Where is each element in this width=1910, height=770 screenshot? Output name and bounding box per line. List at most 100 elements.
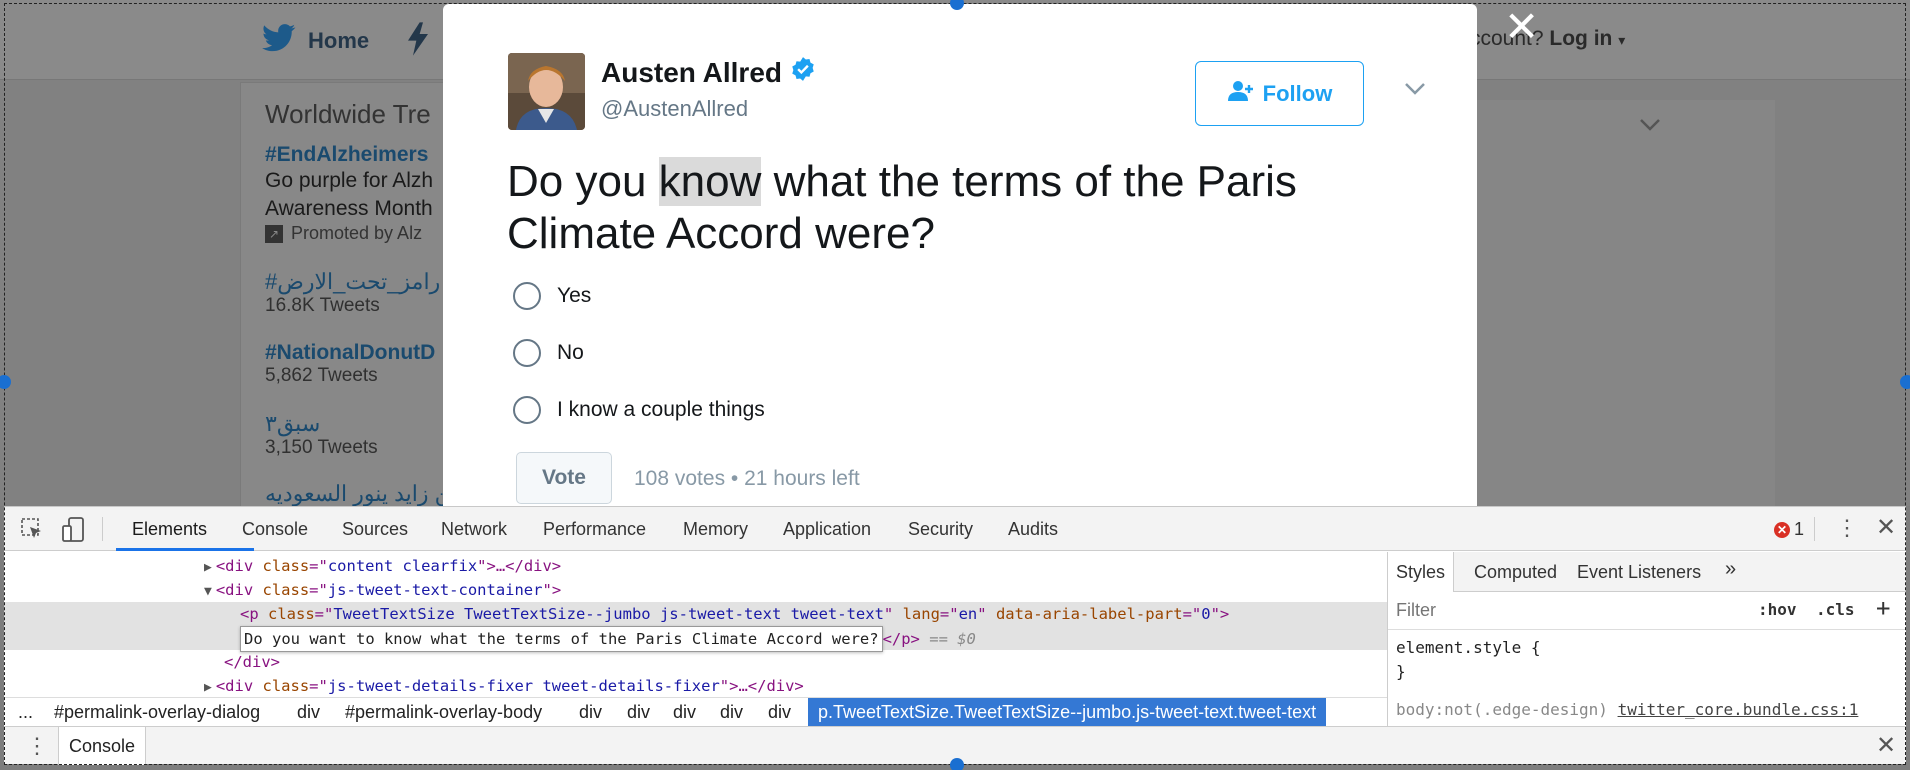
follow-label: Follow: [1262, 80, 1333, 106]
trend-count: 16.8K Tweets: [265, 295, 380, 316]
tab-audits[interactable]: Audits: [1008, 519, 1058, 540]
avatar[interactable]: [508, 53, 585, 130]
collapse-triangle-icon[interactable]: ▼: [204, 584, 212, 599]
breadcrumb-item[interactable]: #permalink-overlay-body: [345, 702, 542, 723]
error-counter[interactable]: ✕ 1: [1774, 519, 1804, 540]
error-icon: ✕: [1774, 521, 1790, 538]
hover-state-toggle[interactable]: :hov: [1758, 600, 1797, 619]
trend-item[interactable]: #NationalDonutD 5,862 Tweets: [265, 341, 435, 387]
promoted-text: Promoted by Alz: [291, 223, 423, 243]
tab-console[interactable]: Console: [242, 519, 308, 540]
device-toolbar-icon[interactable]: [62, 517, 86, 548]
resize-handle[interactable]: [1900, 375, 1910, 389]
class-toggle[interactable]: .cls: [1816, 600, 1855, 619]
devtools-tabbar: Elements Console Sources Network Perform…: [4, 507, 1906, 551]
trend-description: Go purple for Alzh: [265, 169, 434, 192]
tab-memory[interactable]: Memory: [683, 519, 748, 540]
follow-button[interactable]: Follow: [1195, 61, 1364, 126]
text-node-editor[interactable]: Do you want to know what the terms of th…: [240, 626, 883, 652]
trend-item[interactable]: #رامز_تحت_الارض 16.8K Tweets: [265, 269, 440, 317]
breadcrumb-item[interactable]: div: [720, 702, 743, 723]
dom-attr-name: class: [262, 557, 310, 575]
dom-node[interactable]: </div>: [224, 650, 280, 674]
toolbar-divider: [1814, 517, 1815, 541]
style-rule-close: }: [1396, 662, 1406, 681]
tab-event-listeners[interactable]: Event Listeners: [1577, 562, 1701, 583]
radio-button[interactable]: [513, 339, 541, 367]
dom-breadcrumb: ... #permalink-overlay-dialog div #perma…: [4, 697, 1387, 727]
poll-option-yes[interactable]: Yes: [513, 282, 591, 310]
tab-application[interactable]: Application: [783, 519, 871, 540]
drawer-tab-console[interactable]: Console: [58, 727, 147, 765]
poll-option-label: Yes: [557, 284, 592, 307]
vote-button[interactable]: Vote: [516, 452, 612, 504]
tab-elements[interactable]: Elements: [132, 519, 207, 540]
trend-name: سبق٣: [265, 411, 321, 436]
login-link[interactable]: Log in: [1549, 27, 1612, 50]
breadcrumb-item[interactable]: div: [768, 702, 791, 723]
toolbar-divider: [102, 517, 103, 541]
expand-triangle-icon[interactable]: ▶: [204, 560, 212, 575]
trend-count: 3,150 Tweets: [265, 437, 378, 458]
breadcrumb-item[interactable]: ...: [18, 702, 33, 723]
author-name[interactable]: Austen Allred: [601, 56, 816, 89]
trend-item[interactable]: سبق٣ 3,150 Tweets: [265, 411, 378, 459]
author-name-text: Austen Allred: [601, 56, 782, 88]
nav-account-area: ccount? Log in ▾: [1470, 27, 1625, 51]
trend-name: #رامز_تحت_الارض: [265, 269, 441, 294]
dom-node[interactable]: ▶ <div class="content clearfix">…</div>: [204, 554, 561, 578]
lightning-icon[interactable]: [408, 22, 428, 61]
dom-tag: ">: [1210, 605, 1230, 623]
trend-item[interactable]: #EndAlzheimers Go purple for Alzh Awaren…: [265, 143, 433, 244]
breadcrumb-item[interactable]: #permalink-overlay-dialog: [54, 702, 260, 723]
breadcrumb-item[interactable]: div: [579, 702, 602, 723]
expand-triangle-icon[interactable]: ▶: [204, 680, 212, 695]
styles-filter-input[interactable]: [1396, 600, 1696, 621]
tab-network[interactable]: Network: [441, 519, 507, 540]
dom-attr-value: TweetTextSize TweetTextSize--jumbo js-tw…: [333, 605, 884, 623]
poll-option-couple[interactable]: I know a couple things: [513, 396, 765, 424]
promoted-icon: ↗: [265, 224, 283, 243]
close-icon[interactable]: ✕: [1876, 513, 1896, 542]
close-icon[interactable]: ✕: [1504, 6, 1539, 48]
kebab-menu-icon[interactable]: ⋮: [26, 733, 48, 759]
kebab-menu-icon[interactable]: ⋮: [1836, 515, 1858, 541]
trend-name: #EndAlzheimers: [265, 143, 429, 166]
author-handle[interactable]: @AustenAllred: [601, 96, 748, 122]
trend-description: Awareness Month: [265, 197, 433, 220]
dom-node[interactable]: ▶ <div class="js-tweet-details-fixer twee…: [204, 674, 804, 697]
dom-punct: =": [309, 557, 328, 575]
styles-tabbar: Styles Computed Event Listeners »: [1388, 552, 1906, 592]
poll-option-no[interactable]: No: [513, 339, 584, 367]
breadcrumb-item[interactable]: div: [673, 702, 696, 723]
inspect-element-icon[interactable]: [20, 517, 44, 546]
tab-performance[interactable]: Performance: [543, 519, 646, 540]
chevron-down-icon[interactable]: [1639, 118, 1661, 137]
resize-handle[interactable]: [950, 758, 964, 770]
breadcrumb-item[interactable]: div: [627, 702, 650, 723]
dom-node[interactable]: ▼ <div class="js-tweet-text-container">: [204, 578, 561, 602]
style-rule-selector[interactable]: body:not(.edge-design): [1396, 700, 1608, 719]
breadcrumb-item-active[interactable]: p.TweetTextSize.TweetTextSize--jumbo.js-…: [808, 698, 1327, 727]
tab-sources[interactable]: Sources: [342, 519, 408, 540]
style-rule-selector[interactable]: element.style {: [1396, 638, 1541, 657]
breadcrumb-item[interactable]: div: [297, 702, 320, 723]
add-rule-icon[interactable]: +: [1876, 594, 1890, 622]
chevron-down-icon[interactable]: [1404, 82, 1426, 101]
trend-name: ين زايد ينور السعوديه: [265, 481, 458, 506]
radio-button[interactable]: [513, 396, 541, 424]
trend-name: #NationalDonutD: [265, 341, 436, 364]
tab-computed[interactable]: Computed: [1474, 562, 1557, 583]
radio-button[interactable]: [513, 282, 541, 310]
more-tabs-icon[interactable]: »: [1725, 558, 1736, 581]
dom-attr-value: js-tweet-text-container: [327, 581, 543, 599]
nav-home-link[interactable]: Home: [262, 24, 369, 58]
tab-security[interactable]: Security: [908, 519, 973, 540]
dom-punct: =": [309, 581, 328, 599]
stylesheet-link[interactable]: twitter_core.bundle.css:1: [1618, 700, 1859, 719]
dom-node-selected[interactable]: <p class="TweetTextSize TweetTextSize--j…: [4, 602, 1387, 626]
trend-item[interactable]: ين زايد ينور السعوديه: [265, 481, 458, 506]
close-icon[interactable]: ✕: [1876, 731, 1896, 760]
dom-node-selected[interactable]: Do you want to know what the terms of th…: [4, 626, 1387, 652]
tab-styles[interactable]: Styles: [1388, 552, 1455, 592]
